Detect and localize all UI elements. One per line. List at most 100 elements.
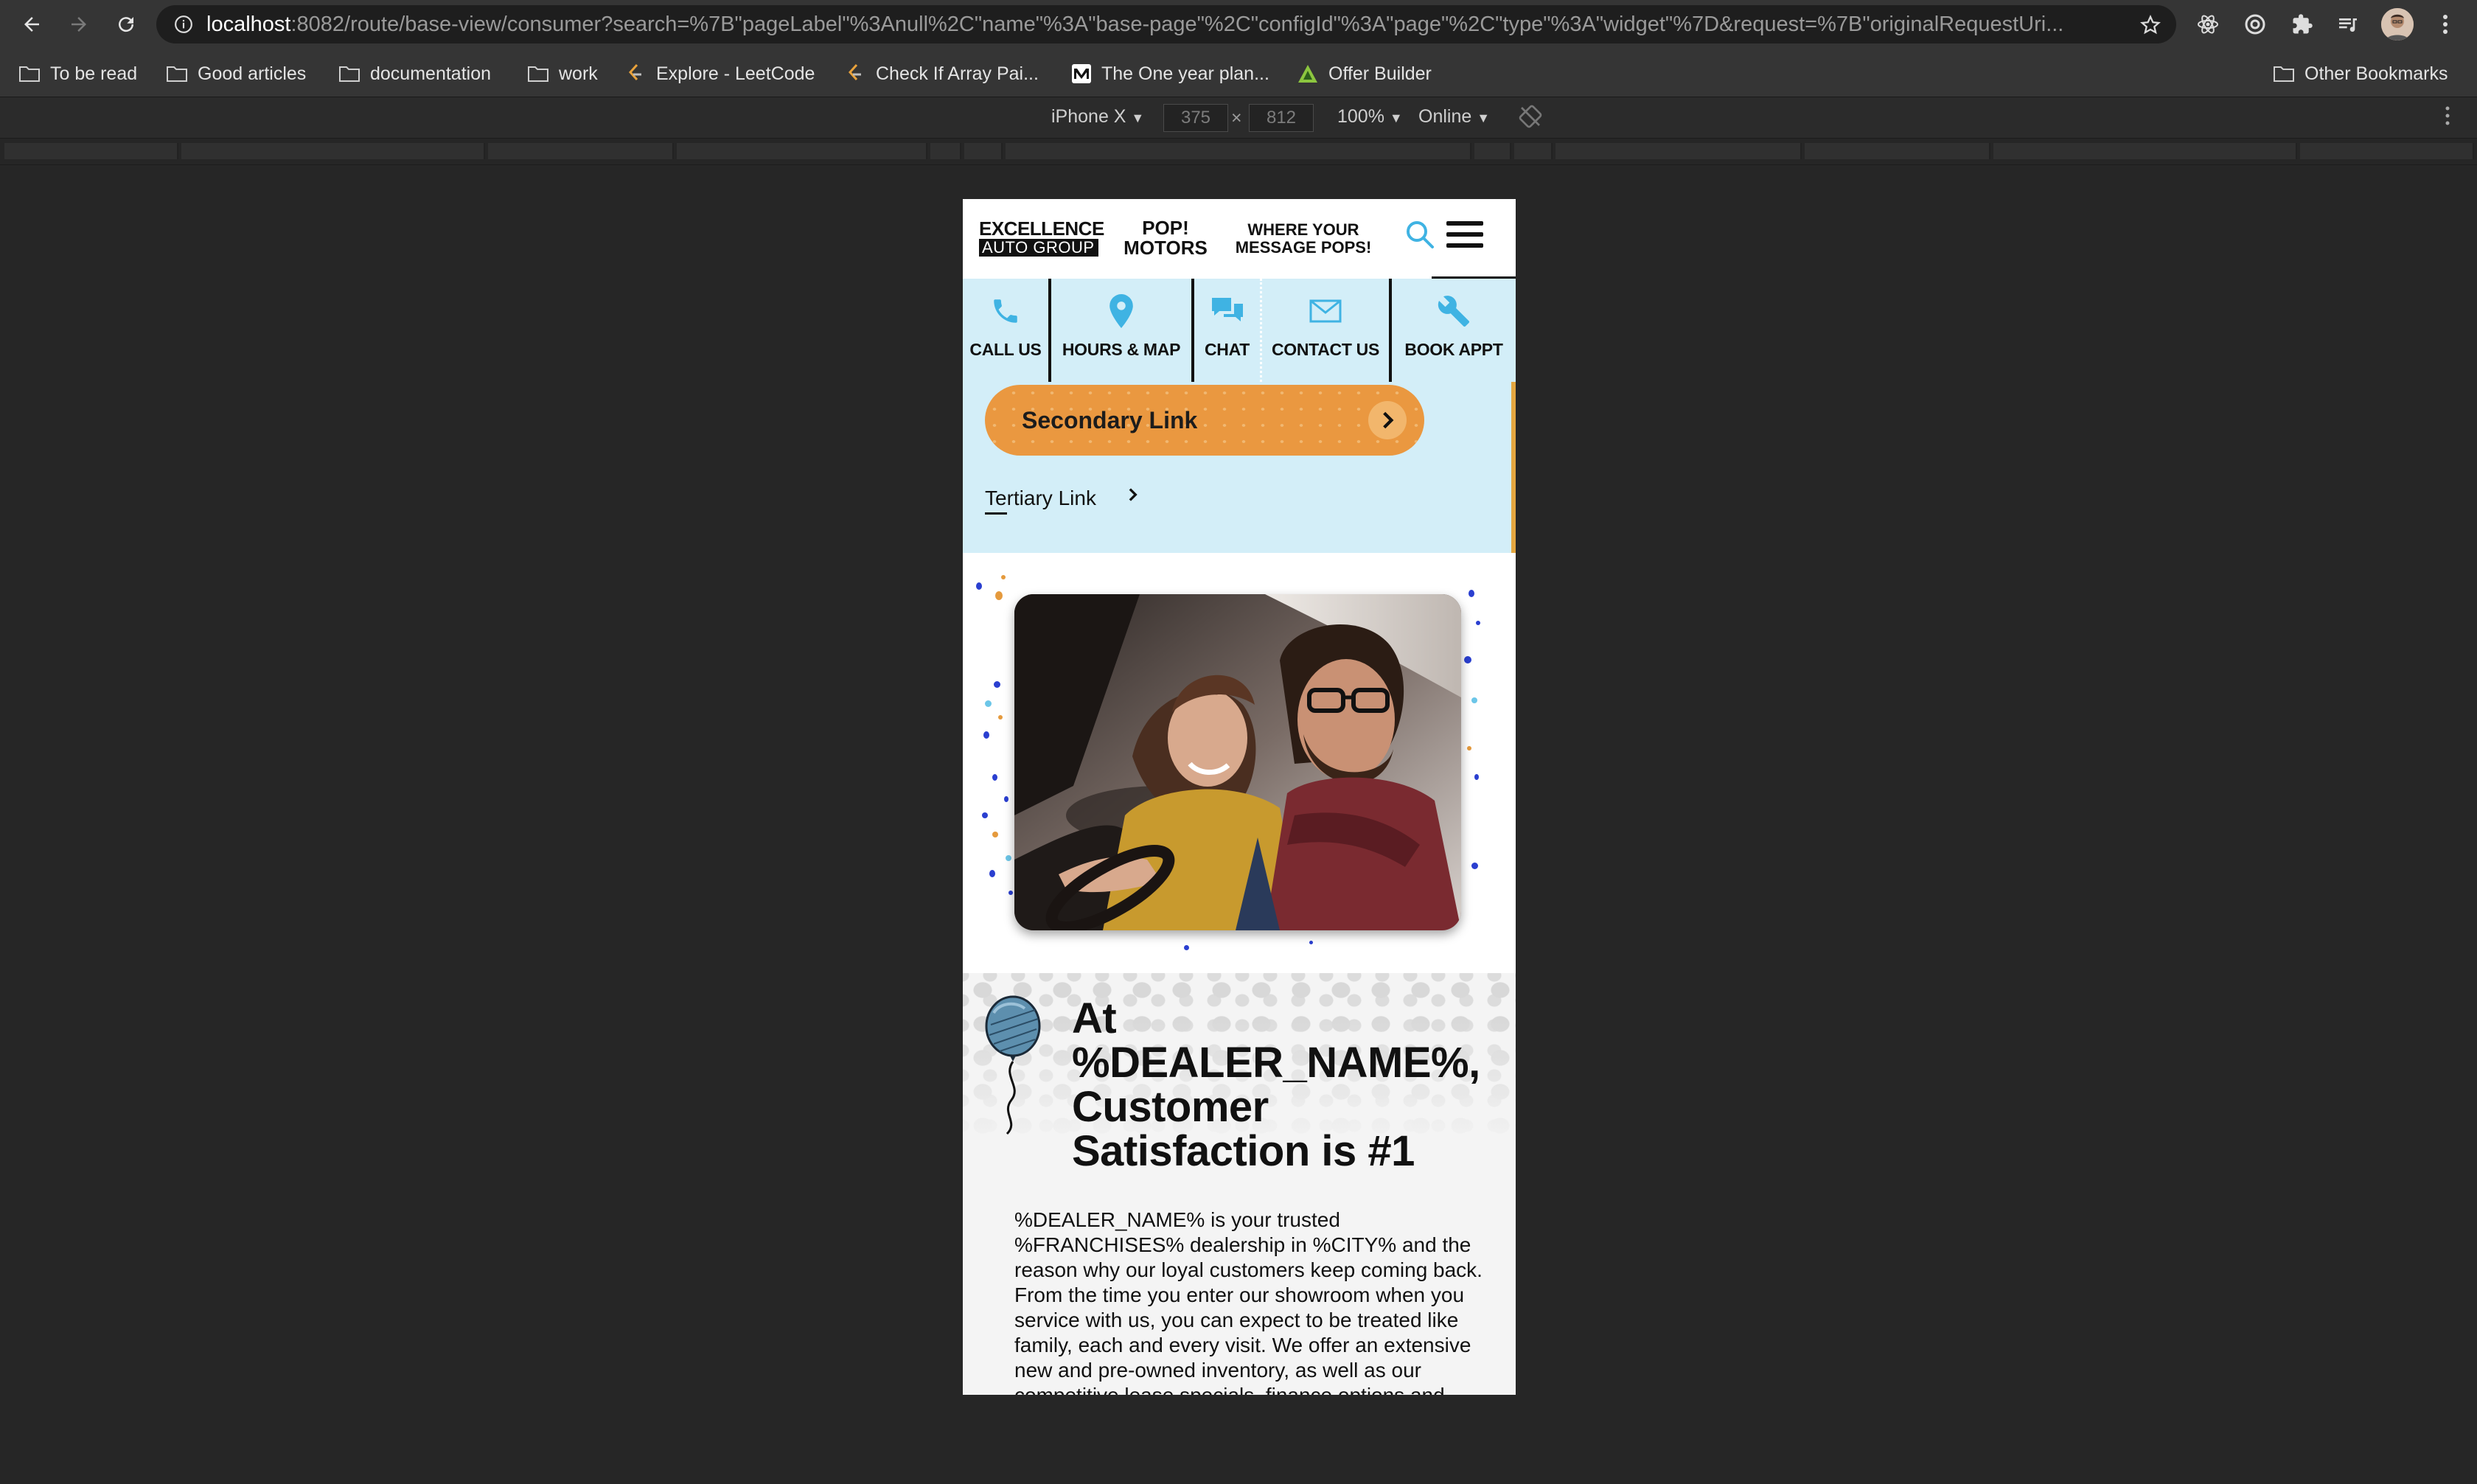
section-heading: At %DEALER_NAME%, Customer Satisfaction … (1072, 994, 1480, 1175)
confetti-dot (1309, 941, 1313, 944)
dropdown-caret-icon: ▼ (1389, 111, 1403, 125)
leetcode-icon (845, 63, 865, 83)
reload-button[interactable] (109, 7, 143, 41)
bookmark-one-year-plan[interactable]: The One year plan... (1072, 59, 1269, 88)
confetti-dot (985, 700, 992, 707)
target-extension[interactable] (2241, 10, 2269, 38)
back-button[interactable] (15, 7, 49, 41)
tagline: WHERE YOUR MESSAGE POPS! (1235, 220, 1372, 257)
bookmark-check-if-array[interactable]: Check If Array Pai... (845, 59, 1039, 88)
network-throttle-select[interactable]: Online ▼ (1418, 106, 1490, 128)
hamburger-icon-bar (1446, 243, 1483, 248)
dropdown-caret-icon: ▼ (1477, 111, 1491, 125)
bookmark-star-icon[interactable] (2139, 14, 2161, 36)
viewport-height-input[interactable]: 812 (1249, 104, 1314, 132)
device-toolbar-menu[interactable] (2445, 105, 2450, 132)
wrench-icon (1435, 293, 1472, 330)
confetti-dot (1476, 621, 1480, 625)
offer-builder-icon (1297, 65, 1318, 83)
bookmark-offer-builder[interactable]: Offer Builder (1297, 59, 1432, 88)
excellence-auto-group-logo[interactable]: EXCELLENCE AUTO GROUP (979, 218, 1104, 257)
hamburger-icon-bar (1446, 232, 1483, 237)
section-body-text: %DEALER_NAME% is your trusted %FRANCHISE… (1014, 1208, 1483, 1395)
confetti-dot (1006, 855, 1011, 861)
menu-button[interactable] (1446, 221, 1483, 248)
confetti-dot (1474, 774, 1479, 780)
quick-nav: CALL US HOURS & MAP CHAT CONTACT US BOOK… (963, 279, 1516, 382)
bookmark-other-bookmarks[interactable]: Other Bookmarks (2274, 59, 2448, 88)
site-search-button[interactable] (1404, 218, 1436, 251)
site-header: EXCELLENCE AUTO GROUP POP! MOTORS WHERE … (963, 199, 1516, 279)
forward-button[interactable] (62, 7, 96, 41)
dimension-separator: × (1231, 108, 1242, 128)
about-section: At %DEALER_NAME%, Customer Satisfaction … (963, 973, 1516, 1395)
bookmark-folder-work[interactable]: work (528, 59, 598, 88)
couple-in-car-photo (1014, 594, 1461, 930)
map-pin-icon (1103, 293, 1140, 330)
puzzle-icon (2293, 14, 2313, 34)
bookmarks-bar: To be read Good articles documentation w… (0, 49, 2477, 97)
confetti-dot (982, 812, 988, 818)
info-icon (175, 15, 192, 33)
confetti-dot (1471, 697, 1477, 703)
confetti-dot (1469, 590, 1474, 597)
confetti-dot (1004, 796, 1008, 802)
quicknav-hours-map[interactable]: HOURS & MAP (1051, 279, 1194, 382)
extensions-button[interactable] (2288, 10, 2316, 38)
folder-icon (339, 65, 360, 83)
balloon-icon (980, 995, 1047, 1143)
rotate-button[interactable] (1519, 105, 1542, 133)
confetti-dot (989, 870, 995, 877)
rotate-disabled-icon (1519, 105, 1542, 128)
folder-icon (167, 65, 187, 83)
confetti-dot (992, 832, 998, 837)
bookmark-folder-documentation[interactable]: documentation (339, 59, 491, 88)
folder-icon (2274, 65, 2294, 83)
address-bar[interactable]: localhost:8082/route/base-view/consumer?… (156, 5, 2176, 43)
back-arrow-icon (24, 17, 39, 32)
browser-toolbar: localhost:8082/route/base-view/consumer?… (0, 0, 2477, 49)
device-select[interactable]: iPhone X ▼ (1051, 106, 1144, 128)
confetti-dot (976, 582, 982, 590)
tertiary-link[interactable]: Tertiary Link (985, 482, 1140, 515)
pop-motors-logo[interactable]: POP! MOTORS (1118, 218, 1213, 258)
confetti-dot (1464, 656, 1471, 663)
quicknav-book-appt[interactable]: BOOK APPT (1392, 279, 1516, 382)
confetti-dot (994, 681, 1000, 688)
section-right-border (1511, 382, 1516, 553)
media-query-ruler[interactable] (0, 139, 2477, 165)
secondary-link-button[interactable]: Secondary Link (985, 385, 1424, 456)
viewport-width-input[interactable]: 375 (1163, 104, 1228, 132)
bookmark-folder-good-articles[interactable]: Good articles (167, 59, 306, 88)
screen: { "browser": { "url_host": "localhost", … (0, 0, 2477, 1484)
link-block: Secondary Link Tertiary Link (963, 382, 1511, 553)
confetti-dot (1184, 945, 1189, 950)
confetti-dot (1001, 575, 1006, 579)
hero-image-section (963, 553, 1516, 973)
quicknav-call-us[interactable]: CALL US (963, 279, 1051, 382)
react-devtools-extension[interactable] (2194, 10, 2222, 38)
quicknav-chat[interactable]: CHAT (1194, 279, 1262, 382)
browser-menu-button[interactable] (2431, 10, 2459, 38)
reload-icon (119, 17, 134, 32)
chat-icon (1209, 293, 1246, 330)
bookmark-explore-leetcode[interactable]: Explore - LeetCode (625, 59, 815, 88)
dropdown-caret-icon: ▼ (1131, 111, 1145, 125)
phone-icon (987, 293, 1024, 330)
playlist-icon (2339, 18, 2357, 32)
search-icon (1407, 221, 1434, 248)
profile-avatar[interactable] (2381, 8, 2414, 41)
zoom-select[interactable]: 100% ▼ (1337, 106, 1403, 128)
confetti-dot (1467, 746, 1471, 750)
avatar-icon (2381, 8, 2414, 41)
chevron-right-icon (1368, 401, 1407, 439)
kebab-menu-icon (2443, 15, 2448, 34)
bookmark-folder-to-be-read[interactable]: To be read (19, 59, 137, 88)
folder-icon (528, 65, 548, 83)
hamburger-icon-bar (1446, 221, 1483, 226)
couple-in-car-illustration (1014, 594, 1461, 930)
url-text: localhost:8082/route/base-view/consumer?… (206, 12, 2064, 36)
chevron-right-icon (1126, 487, 1140, 506)
quicknav-contact-us[interactable]: CONTACT US (1262, 279, 1392, 382)
reading-list-button[interactable] (2334, 10, 2362, 38)
